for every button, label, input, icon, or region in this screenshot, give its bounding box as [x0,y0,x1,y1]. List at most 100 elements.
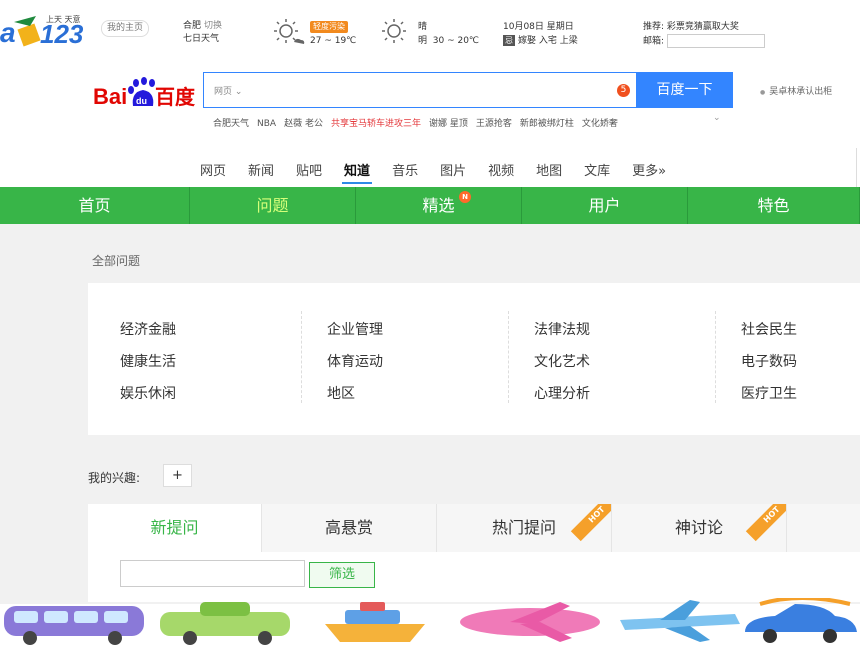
my-homepage-button[interactable]: 我的主页 [101,20,150,37]
category-card: 经济金融健康生活娱乐休闲 企业管理体育运动地区 法律法规文化艺术心理分析 社会民生电子… [88,283,860,435]
category-link[interactable]: 地区 [327,383,355,403]
search-type-label: 网页 [214,87,233,97]
nav-item[interactable]: 音乐 [392,160,418,179]
hot-word-link[interactable]: 谢娜 星顶 [429,119,468,129]
question-tab-label: 神讨论 [674,518,723,537]
svg-text:a: a [0,17,16,48]
hao123-logo[interactable]: a 123 上天 天意 [0,12,92,49]
search-type-dropdown[interactable]: 网页 ⌄ [214,84,242,97]
lunar-badge: 忌 [503,35,515,46]
nav-item[interactable]: 网页 [200,160,226,179]
recommend-block: 推荐: 彩票竞猜赢取大奖 邮箱: [643,20,765,49]
chevron-down-icon[interactable]: ⌄ [713,113,721,123]
truck-icon [160,602,290,645]
hot-word-link[interactable]: 王源抢客 [476,119,512,129]
question-tab-0[interactable]: 新提问 [88,504,262,552]
tab-3[interactable]: 用户 [522,187,688,224]
airplane-icon [460,602,600,642]
category-link[interactable]: 电子数码 [741,351,797,371]
question-tab-3[interactable]: 神讨论 HOT [612,504,787,552]
hot-ribbon-label: HOT [745,504,786,542]
nav-item[interactable]: 地图 [536,160,562,179]
zhidao-main-tabs: 首页 问题 精选 N 用户 特色 [0,187,860,224]
hot-ribbon-label: HOT [570,504,611,542]
category-link[interactable]: 娱乐休闲 [120,383,176,403]
question-tab-2[interactable]: 热门提问 HOT [437,504,612,552]
question-tab-label: 高悬赏 [324,518,373,537]
category-link[interactable]: 健康生活 [120,351,176,371]
search-button[interactable]: 百度一下 [636,72,733,108]
product-nav: 网页 新闻 贴吧 知道 音乐 图片 视频 地图 文库 更多» [200,160,688,184]
bus-icon [4,606,144,645]
hot-words-list: 合肥天气 NBA 赵薇 老公 共享宝马轿车进攻三年 谢娜 星顶 王源抢客 新郎被绑灯柱 文化娇… [213,116,626,129]
filter-row: 筛选 [88,552,860,602]
nav-item[interactable]: 视频 [488,160,514,179]
tab-4[interactable]: 特色 [688,187,860,224]
search-notification-badge[interactable]: 5 [617,84,630,97]
svg-text:Bai: Bai [93,84,127,109]
date-calendar[interactable]: 10月08日 星期日 忌嫁娶 入宅 上梁 [503,20,578,48]
car-icon [745,598,857,643]
category-link[interactable]: 企业管理 [327,319,383,339]
filter-button[interactable]: 筛选 [309,562,375,588]
column-divider [508,311,509,403]
sunny-icon [382,19,406,43]
recommend-link[interactable]: 彩票竞猜赢取大奖 [667,22,739,32]
weather-tomorrow-temp: 30 ~ 20℃ [432,36,480,46]
question-tab-1[interactable]: 高悬赏 [262,504,437,552]
mail-input[interactable] [666,34,765,48]
add-interest-button[interactable]: + [163,464,192,487]
baidu-logo[interactable]: Bai du 百度 [93,76,201,110]
category-link[interactable]: 社会民生 [741,319,797,339]
nav-item[interactable]: 新闻 [248,160,274,179]
nav-item[interactable]: 图片 [440,160,466,179]
lunar-text: 嫁娶 入宅 上梁 [518,36,578,46]
category-link[interactable]: 经济金融 [120,319,176,339]
weather-tomorrow-condition: 晴 [418,22,428,32]
weather-today-temp: 27 ~ 19℃ [310,36,357,46]
tab-label: 用户 [588,196,621,215]
logo-tagline: 上天 天意 [46,15,81,24]
tab-label: 首页 [78,196,111,215]
seven-day-forecast-link[interactable]: 七日天气 [183,33,222,46]
hot-word-link[interactable]: NBA [257,119,276,129]
question-tab-label: 新提问 [150,518,199,537]
nav-item[interactable]: 文库 [584,160,610,179]
tab-0[interactable]: 首页 [0,187,190,224]
tab-1[interactable]: 问题 [190,187,356,224]
tab-label: 精选 [422,196,455,215]
hot-word-link[interactable]: 赵薇 老公 [284,119,323,129]
category-link[interactable]: 心理分析 [534,383,590,403]
category-link[interactable]: 文化艺术 [534,351,590,371]
hao123-top-bar: a 123 上天 天意 我的主页 合肥 切换 七日天气 轻度污染 27 ~ 19℃ [0,0,860,64]
column-divider [301,311,302,403]
plane-icon [620,600,740,642]
trending-news-link[interactable]: 吴卓林承认出柜 [760,84,832,97]
hot-word-link[interactable]: 新郎被绑灯柱 [520,119,574,129]
nav-item[interactable]: 贴吧 [296,160,322,179]
my-interest-label: 我的兴趣: [88,471,141,485]
search-input[interactable]: 网页 ⌄ 5 [203,72,637,108]
ship-icon [325,602,425,642]
category-link[interactable]: 体育运动 [327,351,383,371]
city-switch-link[interactable]: 切换 [204,21,222,31]
hot-word-link[interactable]: 共享宝马轿车进攻三年 [331,119,421,129]
category-link[interactable]: 法律法规 [534,319,590,339]
hot-word-link[interactable]: 合肥天气 [213,119,249,129]
filter-input[interactable] [120,560,305,587]
svg-text:du: du [136,96,147,106]
question-tab-label: 热门提问 [491,518,556,537]
city-name: 合肥 [183,21,202,31]
tab-label: 问题 [256,196,289,215]
air-quality-badge: 轻度污染 [310,21,348,33]
tab-2[interactable]: 精选 N [356,187,522,224]
vehicle-decoration [4,598,857,645]
divider [856,148,857,188]
tab-label: 特色 [757,196,790,215]
chevron-down-icon: ⌄ [234,87,243,97]
hot-word-link[interactable]: 文化娇奢 [582,119,618,129]
nav-item[interactable]: 更多» [632,160,666,179]
question-tabs: 新提问 高悬赏 热门提问 HOT 神讨论 HOT [88,504,860,552]
category-link[interactable]: 医疗卫生 [741,383,797,403]
nav-item[interactable]: 知道 [342,160,373,184]
